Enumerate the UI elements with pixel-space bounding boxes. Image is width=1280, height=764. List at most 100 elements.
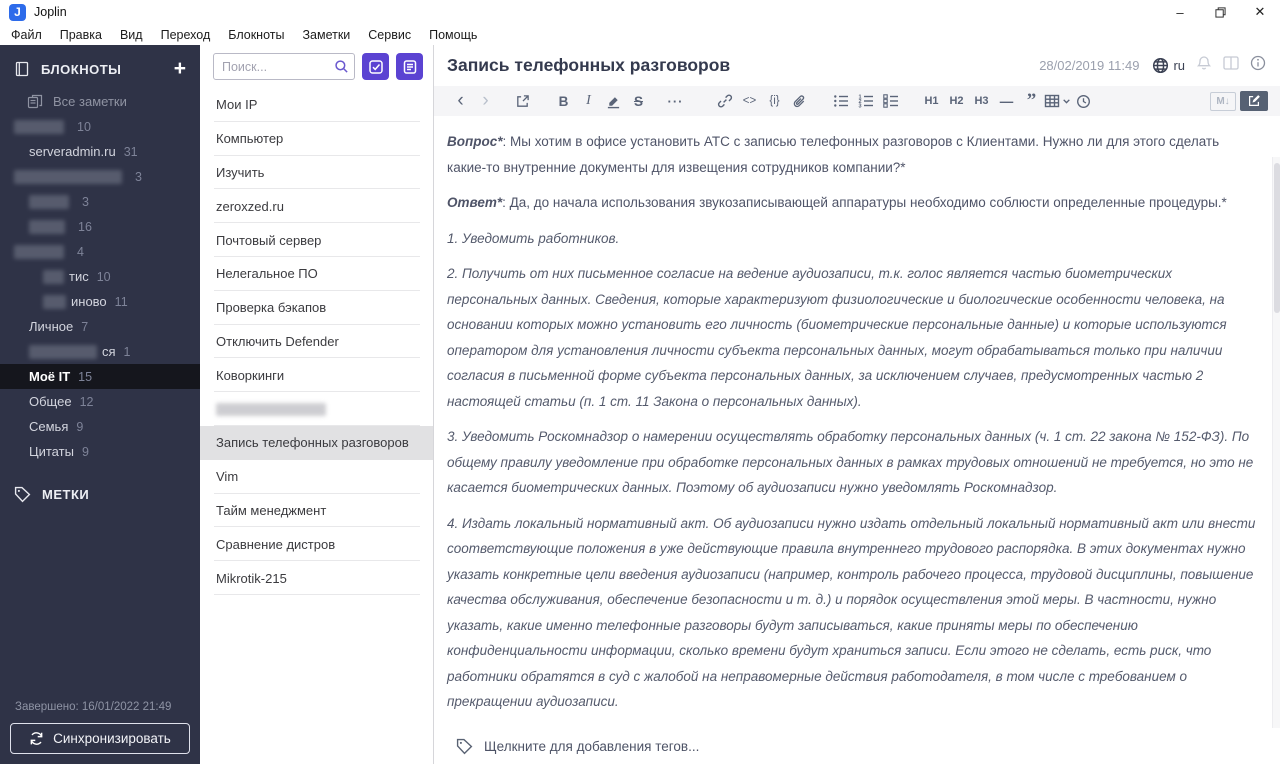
note-list-item[interactable]: zeroxzed.ru	[200, 189, 433, 223]
sidebar-notebook-item[interactable]: 10	[0, 114, 200, 139]
all-notes-icon	[27, 94, 43, 110]
note-list-item[interactable]: Запись телефонных разговоров	[200, 425, 433, 460]
hr-icon[interactable]: —	[994, 88, 1019, 114]
sidebar-notebook-item[interactable]: 3	[0, 164, 200, 189]
forward-icon[interactable]: ›	[473, 88, 498, 114]
minimize-button[interactable]: –	[1160, 0, 1200, 24]
sidebar-notebook-item[interactable]: 3	[0, 189, 200, 214]
tag-bar[interactable]: Щелкните для добавления тегов...	[434, 728, 1280, 764]
note-list-item[interactable]: Сравнение дистров	[200, 527, 433, 561]
h1-icon[interactable]: H1	[919, 88, 944, 114]
sidebar-notebook-item[interactable]: ся 1	[0, 339, 200, 364]
insert-time-icon[interactable]	[1071, 88, 1096, 114]
menu-item[interactable]: Блокноты	[219, 28, 293, 42]
locale-label: ru	[1173, 58, 1185, 73]
toggle-richtext-editor-button[interactable]	[1240, 91, 1268, 111]
menu-item[interactable]: Переход	[152, 28, 220, 42]
note-list-item[interactable]: Проверка бэкапов	[200, 291, 433, 325]
bullet-list-icon[interactable]	[828, 88, 853, 114]
notebook-label: Цитаты	[29, 444, 74, 459]
tag-icon	[456, 738, 473, 754]
note-list-item[interactable]: Почтовый сервер	[200, 223, 433, 257]
bold-icon[interactable]: B	[551, 88, 576, 114]
close-button[interactable]: ✕	[1240, 0, 1280, 24]
note-list-item[interactable]: Коворкинги	[200, 358, 433, 392]
note-list-item[interactable]: Изучить	[200, 156, 433, 190]
restore-icon	[1214, 6, 1226, 18]
note-list-item[interactable]: Мои IP	[200, 88, 433, 122]
sidebar-notebook-item[interactable]: Семья 9	[0, 414, 200, 439]
note-title-label: Запись телефонных разговоров	[216, 435, 409, 451]
more-icon[interactable]: ···	[663, 88, 688, 114]
h2-icon[interactable]: H2	[944, 88, 969, 114]
new-todo-button[interactable]	[362, 53, 390, 80]
sidebar-notebook-item[interactable]: Моё IT 15	[0, 364, 200, 389]
quote-icon[interactable]: ”	[1019, 88, 1044, 114]
note-list-item[interactable]	[200, 392, 433, 426]
new-note-button[interactable]	[396, 53, 423, 80]
note-list-item[interactable]: Vim	[200, 460, 433, 494]
attach-icon[interactable]	[787, 88, 812, 114]
note-list-item[interactable]: Mikrotik-215	[200, 561, 433, 595]
note-body[interactable]: Вопрос*: Мы хотим в офисе установить АТС…	[434, 116, 1280, 728]
menu-item[interactable]: Помощь	[420, 28, 486, 42]
strikethrough-icon[interactable]: S	[626, 88, 651, 114]
numbered-list-icon[interactable]: 123	[853, 88, 878, 114]
note-paragraph: 4. Издать локальный нормативный акт. Об …	[447, 515, 1256, 710]
note-title-label: Коворкинги	[216, 367, 285, 383]
sidebar-notebook-item[interactable]: Общее 12	[0, 389, 200, 414]
highlight-icon[interactable]	[601, 88, 626, 114]
note-list-item[interactable]: Отключить Defender	[200, 325, 433, 359]
toggle-layout-icon[interactable]	[1223, 56, 1239, 75]
code-block-icon[interactable]: {i}	[762, 88, 787, 114]
note-properties-icon[interactable]	[1250, 55, 1266, 76]
note-title[interactable]: Запись телефонных разговоров	[447, 55, 1039, 76]
tags-header: МЕТКИ	[42, 487, 90, 502]
synchronize-button[interactable]: Синхронизировать	[10, 723, 190, 754]
h3-icon[interactable]: H3	[969, 88, 994, 114]
menu-item[interactable]: Файл	[2, 28, 51, 42]
menu-item[interactable]: Сервис	[359, 28, 420, 42]
sidebar-item-all-notes[interactable]: Все заметки	[0, 89, 200, 114]
sidebar-notebook-item[interactable]: Личное 7	[0, 314, 200, 339]
spellcheck-language[interactable]: ru	[1152, 57, 1185, 74]
inline-code-icon[interactable]: <>	[737, 88, 762, 114]
set-alarm-icon[interactable]	[1196, 55, 1212, 76]
menu-item[interactable]: Правка	[51, 28, 111, 42]
note-paragraph: 3. Уведомить Роскомнадзор о намерении ос…	[447, 429, 1254, 495]
sidebar-notebook-item[interactable]: тис 10	[0, 264, 200, 289]
note-list-item[interactable]: Компьютер	[200, 122, 433, 156]
note-list: Мои IP Компьютер Изучить zeroxzed.ru Почтовы…	[200, 88, 433, 764]
italic-icon[interactable]: I	[576, 88, 601, 114]
note-paragraph: 1. Уведомить работников.	[447, 230, 620, 246]
scrollbar-thumb[interactable]	[1274, 163, 1280, 313]
sidebar-notebook-item[interactable]: иново 11	[0, 289, 200, 314]
notebook-label: иново	[71, 294, 107, 309]
external-link-icon[interactable]	[510, 88, 535, 114]
sidebar-notebook-item[interactable]: 4	[0, 239, 200, 264]
note-title-label: Компьютер	[216, 131, 284, 147]
checklist-icon[interactable]	[878, 88, 903, 114]
sidebar-notebook-item[interactable]: serveradmin.ru 31	[0, 139, 200, 164]
note-list-item[interactable]: Тайм менеджмент	[200, 494, 433, 528]
table-icon[interactable]	[1044, 88, 1071, 114]
toggle-markdown-editor-button[interactable]: M↓	[1210, 91, 1236, 111]
new-notebook-button[interactable]: +	[174, 58, 186, 79]
note-count: 7	[81, 319, 89, 334]
sidebar-notebook-item[interactable]: 16	[0, 214, 200, 239]
sidebar-notebook-item[interactable]: Цитаты 9	[0, 439, 200, 464]
menu-item[interactable]: Заметки	[293, 28, 359, 42]
notebook-label: Все заметки	[53, 94, 127, 109]
note-title-label: Сравнение дистров	[216, 536, 336, 552]
note-list-item[interactable]: Нелегальное ПО	[200, 257, 433, 291]
redacted-notebook-name	[14, 244, 64, 259]
back-icon[interactable]: ‹	[448, 88, 473, 114]
editor-scrollbar[interactable]	[1272, 157, 1280, 728]
tag-icon	[14, 486, 31, 503]
menu-item[interactable]: Вид	[111, 28, 152, 42]
link-icon[interactable]	[712, 88, 737, 114]
add-tags-label: Щелкните для добавления тегов...	[484, 738, 700, 754]
restore-button[interactable]	[1200, 0, 1240, 24]
note-title-label: Изучить	[216, 164, 265, 180]
redacted-notebook-name	[29, 344, 97, 359]
